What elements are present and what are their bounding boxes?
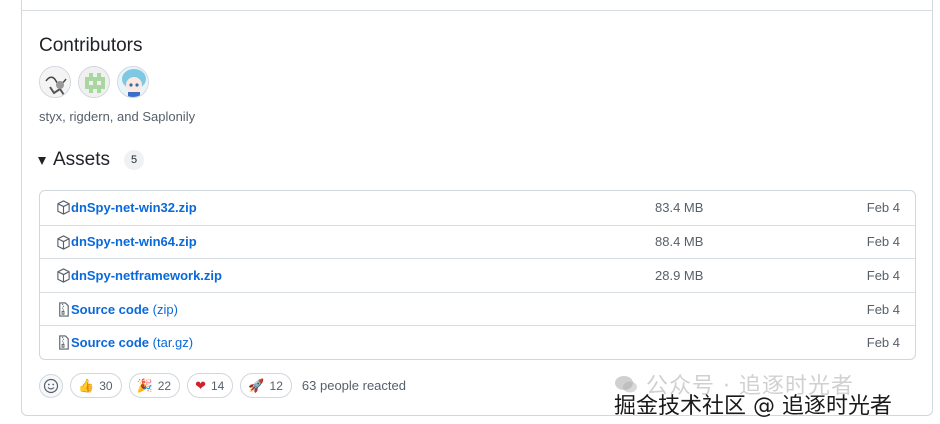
asset-link[interactable]: Source code (zip) bbox=[71, 302, 178, 317]
file-zip-icon bbox=[59, 302, 69, 317]
asset-row: dnSpy-net-win64.zip 88.4 MB Feb 4 bbox=[40, 224, 915, 259]
smiley-icon bbox=[43, 378, 59, 393]
asset-link[interactable]: dnSpy-net-win64.zip bbox=[71, 234, 197, 249]
asset-date: Feb 4 bbox=[866, 335, 900, 351]
thumbs-up-icon: 👍 bbox=[78, 377, 95, 393]
reaction-heart[interactable]: ❤ 14 bbox=[187, 373, 234, 398]
assets-toggle[interactable]: Assets 5 bbox=[38, 149, 145, 171]
reactions-bar: 👍 30 🎉 22 ❤ 14 🚀 12 63 people reacted bbox=[39, 373, 406, 398]
caret-down-icon bbox=[38, 157, 46, 165]
asset-link[interactable]: dnSpy-netframework.zip bbox=[71, 268, 222, 283]
asset-date: Feb 4 bbox=[866, 234, 900, 250]
asset-row: Source code (zip) Feb 4 bbox=[40, 291, 915, 326]
reactions-summary: 63 people reacted bbox=[301, 378, 406, 393]
asset-link[interactable]: Source code (tar.gz) bbox=[71, 335, 193, 350]
reaction-count: 12 bbox=[269, 378, 283, 393]
contributor-avatars bbox=[39, 66, 149, 98]
reaction-thumbs-up[interactable]: 👍 30 bbox=[70, 373, 122, 398]
avatar-rigdern[interactable] bbox=[78, 66, 110, 98]
heart-icon: ❤ bbox=[195, 377, 206, 393]
add-reaction-button[interactable] bbox=[39, 373, 63, 398]
release-card: Contributors styx, rigdern, and Saplonil… bbox=[21, 0, 933, 416]
reaction-count: 30 bbox=[99, 378, 113, 393]
asset-size: 28.9 MB bbox=[655, 267, 704, 283]
assets-count-badge: 5 bbox=[124, 150, 145, 170]
package-icon bbox=[57, 234, 70, 250]
package-icon bbox=[57, 268, 70, 283]
asset-row: Source code (tar.gz) Feb 4 bbox=[40, 325, 915, 359]
assets-list: dnSpy-net-win32.zip 83.4 MB Feb 4 dnSpy-… bbox=[39, 190, 916, 360]
asset-row: dnSpy-netframework.zip 28.9 MB Feb 4 bbox=[40, 258, 915, 292]
file-zip-icon bbox=[59, 335, 69, 350]
asset-link[interactable]: dnSpy-net-win32.zip bbox=[71, 200, 197, 215]
reaction-count: 14 bbox=[211, 378, 225, 393]
contributors-heading: Contributors bbox=[39, 35, 143, 56]
reaction-rocket[interactable]: 🚀 12 bbox=[240, 373, 292, 398]
avatar-styx[interactable] bbox=[39, 66, 71, 98]
divider bbox=[22, 10, 932, 11]
reaction-count: 22 bbox=[157, 378, 172, 393]
reaction-party[interactable]: 🎉 22 bbox=[128, 373, 181, 398]
asset-size: 83.4 MB bbox=[655, 200, 704, 216]
rocket-icon: 🚀 bbox=[248, 377, 265, 393]
package-icon bbox=[57, 200, 70, 215]
asset-row: dnSpy-net-win32.zip 83.4 MB Feb 4 bbox=[40, 191, 915, 225]
asset-date: Feb 4 bbox=[866, 267, 900, 283]
asset-date: Feb 4 bbox=[866, 200, 900, 216]
avatar-saplonily[interactable] bbox=[117, 66, 149, 98]
asset-size: 88.4 MB bbox=[655, 234, 704, 250]
assets-heading: Assets bbox=[53, 149, 111, 170]
party-icon: 🎉 bbox=[136, 377, 153, 393]
asset-date: Feb 4 bbox=[866, 301, 900, 317]
contributor-names: styx, rigdern, and Saplonily bbox=[39, 109, 196, 124]
